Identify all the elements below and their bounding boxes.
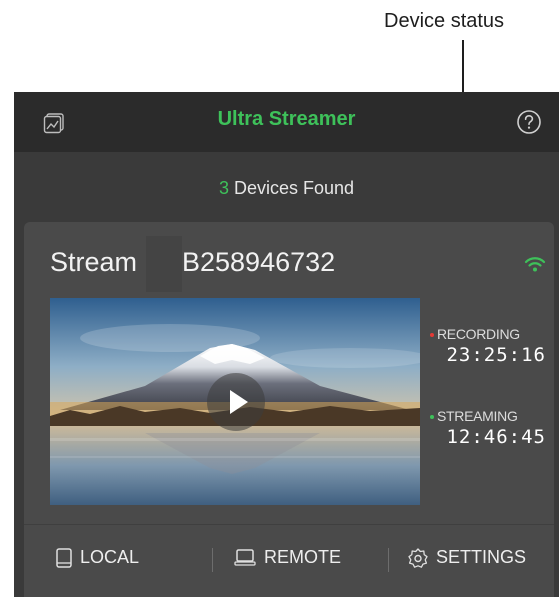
title-bar: Ultra Streamer (14, 92, 559, 152)
bottom-nav: LOCAL REMOTE SETTINGS (24, 524, 554, 595)
settings-label: SETTINGS (436, 547, 527, 567)
streaming-dot (430, 415, 434, 420)
device-id: B258946732 (182, 247, 336, 277)
devices-found-count: 3 (218, 178, 229, 198)
play-icon (230, 390, 248, 414)
recording-label: RECORDING (437, 326, 520, 342)
app-window: Ultra Streamer 3 Devices Found Stream B2… (14, 92, 559, 597)
name-separator (146, 236, 182, 292)
recording-time: 23:25:16 (446, 344, 546, 366)
play-button[interactable] (207, 373, 265, 431)
devices-found-text: 3 Devices Found (14, 178, 559, 199)
device-card[interactable]: Stream B258946732 RECORDING 23:25:16 STR… (24, 222, 554, 597)
local-button[interactable]: LOCAL (56, 547, 139, 568)
app-title: Ultra Streamer (217, 108, 356, 130)
recording-status: RECORDING 23:25:16 (430, 326, 554, 366)
recording-dot (430, 333, 434, 338)
device-name: Stream (50, 247, 138, 277)
streaming-label: STREAMING (437, 408, 518, 424)
remote-label: REMOTE (264, 547, 342, 567)
video-thumbnail[interactable] (50, 298, 420, 505)
remote-button[interactable]: REMOTE (234, 547, 341, 568)
streaming-time: 12:46:45 (446, 426, 546, 448)
gear-icon (408, 547, 428, 568)
phone-icon (56, 547, 72, 568)
nav-divider (212, 548, 213, 572)
laptop-icon (234, 548, 256, 566)
wifi-icon (524, 257, 546, 272)
device-status-annotation: Device status (384, 10, 505, 32)
devices-found-label: Devices Found (233, 178, 355, 198)
streaming-status: STREAMING 12:46:45 (430, 408, 554, 448)
local-label: LOCAL (80, 547, 140, 567)
settings-button[interactable]: SETTINGS (408, 547, 526, 568)
help-icon[interactable] (516, 109, 542, 135)
nav-divider (388, 548, 389, 572)
